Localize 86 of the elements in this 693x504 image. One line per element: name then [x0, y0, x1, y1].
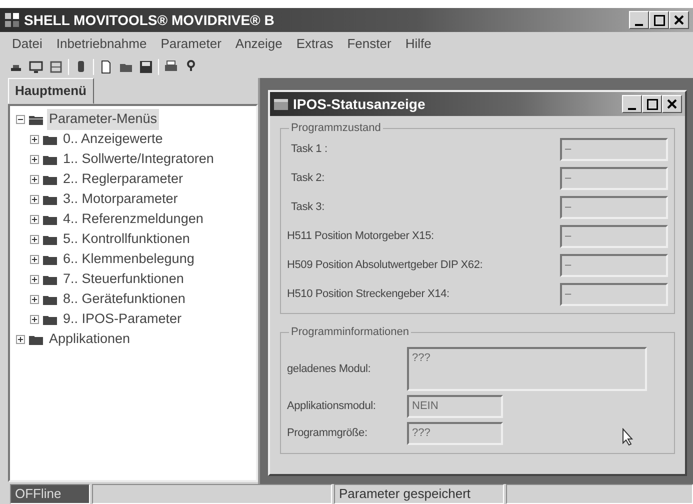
tree-item[interactable]: 2.. Reglerparameter — [61, 169, 186, 190]
field-label: Task 2: — [290, 171, 324, 186]
window-title: SHELL MOVITOOLS® MOVIDRIVE® B — [24, 10, 274, 30]
expand-icon[interactable] — [30, 315, 39, 324]
field-label: Task 3: — [290, 200, 324, 216]
menu-item[interactable]: Hilfe — [399, 34, 438, 54]
folder-icon — [42, 154, 58, 166]
folder-icon — [42, 254, 58, 266]
folder-icon — [42, 274, 58, 286]
tree-item[interactable]: 4.. Referenzmeldungen — [61, 209, 206, 230]
value-field: NEIN — [407, 395, 503, 418]
group-title: Programminformationen — [289, 324, 411, 340]
expand-icon[interactable] — [30, 135, 39, 144]
monitor-icon[interactable] — [28, 59, 44, 75]
mouse-cursor-icon — [622, 428, 634, 446]
value-field: ??? — [407, 422, 503, 445]
menu-item[interactable]: Datei — [6, 34, 48, 54]
close-button[interactable] — [662, 95, 682, 113]
folder-icon — [28, 334, 44, 346]
frame-icon[interactable] — [48, 59, 64, 75]
expand-icon[interactable] — [16, 335, 25, 344]
tree-item[interactable]: 6.. Klemmenbelegung — [61, 249, 196, 270]
close-icon — [674, 15, 684, 25]
expand-icon[interactable] — [30, 235, 39, 244]
folder-icon — [42, 294, 58, 306]
close-icon — [667, 99, 677, 109]
folder-icon — [42, 314, 58, 326]
app-logo-icon — [4, 12, 20, 28]
menu-item[interactable]: Anzeige — [229, 34, 288, 54]
collapse-icon[interactable] — [16, 115, 25, 124]
tree-item[interactable]: 5.. Kontrollfunktionen — [61, 229, 192, 250]
group-title: Programmzustand — [289, 120, 383, 136]
value-field: ??? — [407, 347, 647, 391]
minimize-icon — [628, 108, 636, 110]
window-icon — [273, 97, 289, 111]
folder-icon — [42, 194, 58, 206]
value-field: – — [560, 138, 668, 161]
tree-item[interactable]: 7.. Steuerfunktionen — [61, 269, 186, 290]
status-message: Parameter gespeichert — [334, 484, 504, 504]
value-field: – — [560, 283, 668, 306]
folder-icon — [42, 134, 58, 146]
menu-item[interactable]: Extras — [290, 34, 340, 54]
value-field: – — [560, 254, 668, 277]
folder-icon — [42, 174, 58, 186]
status-mode: OFFline — [10, 484, 90, 504]
minimize-icon — [635, 24, 643, 26]
folder-icon — [42, 234, 58, 246]
maximize-icon — [654, 14, 664, 26]
maximize-button[interactable] — [649, 11, 669, 29]
expand-icon[interactable] — [30, 215, 39, 224]
tree-item[interactable]: 3.. Motorparameter — [61, 189, 180, 210]
value-field: – — [560, 225, 668, 248]
expand-icon[interactable] — [30, 275, 39, 284]
field-label: Applikationsmodul: — [287, 399, 377, 414]
expand-icon[interactable] — [30, 295, 39, 304]
menu-item[interactable]: Inbetriebnahme — [50, 34, 153, 54]
tree-item[interactable]: 1.. Sollwerte/Integratoren — [61, 149, 216, 170]
field-label: H511 Position Motorgeber X15: — [287, 229, 434, 244]
sidebar-tab[interactable]: Hauptmenü — [8, 78, 94, 104]
minimize-button[interactable] — [622, 95, 642, 113]
maximize-icon — [646, 98, 658, 110]
value-field: – — [560, 167, 668, 190]
value-field: – — [560, 196, 668, 219]
field-label: H510 Position Streckengeber X14: — [287, 287, 450, 302]
field-label: Programmgröße: — [287, 426, 368, 442]
folder-icon — [28, 114, 44, 126]
maximize-button[interactable] — [642, 95, 662, 113]
minimize-button[interactable] — [629, 11, 649, 29]
close-button[interactable] — [669, 11, 689, 29]
dialog-title: IPOS-Statusanzeige — [293, 94, 426, 114]
folder-icon — [42, 214, 58, 226]
expand-icon[interactable] — [30, 195, 39, 204]
expand-icon[interactable] — [30, 175, 39, 184]
tree-item[interactable]: 0.. Anzeigewerte — [61, 129, 165, 150]
expand-icon[interactable] — [30, 155, 39, 164]
tree-item[interactable]: 9.. IPOS-Parameter — [61, 309, 184, 330]
tree-item[interactable]: 8.. Gerätefunktionen — [61, 289, 188, 310]
tree-item[interactable]: Applikationen — [47, 329, 132, 350]
save-icon[interactable] — [138, 59, 154, 75]
field-label: Task 1 : — [290, 142, 328, 158]
menu-item[interactable]: Parameter — [154, 34, 228, 54]
field-label: geladenes Modul: — [287, 362, 372, 377]
expand-icon[interactable] — [30, 255, 39, 264]
field-label: H509 Position Absolutwertgeber DIP X62: — [287, 258, 483, 274]
tree-item[interactable]: Parameter-Menüs — [47, 109, 160, 130]
menu-item[interactable]: Fenster — [341, 34, 398, 54]
